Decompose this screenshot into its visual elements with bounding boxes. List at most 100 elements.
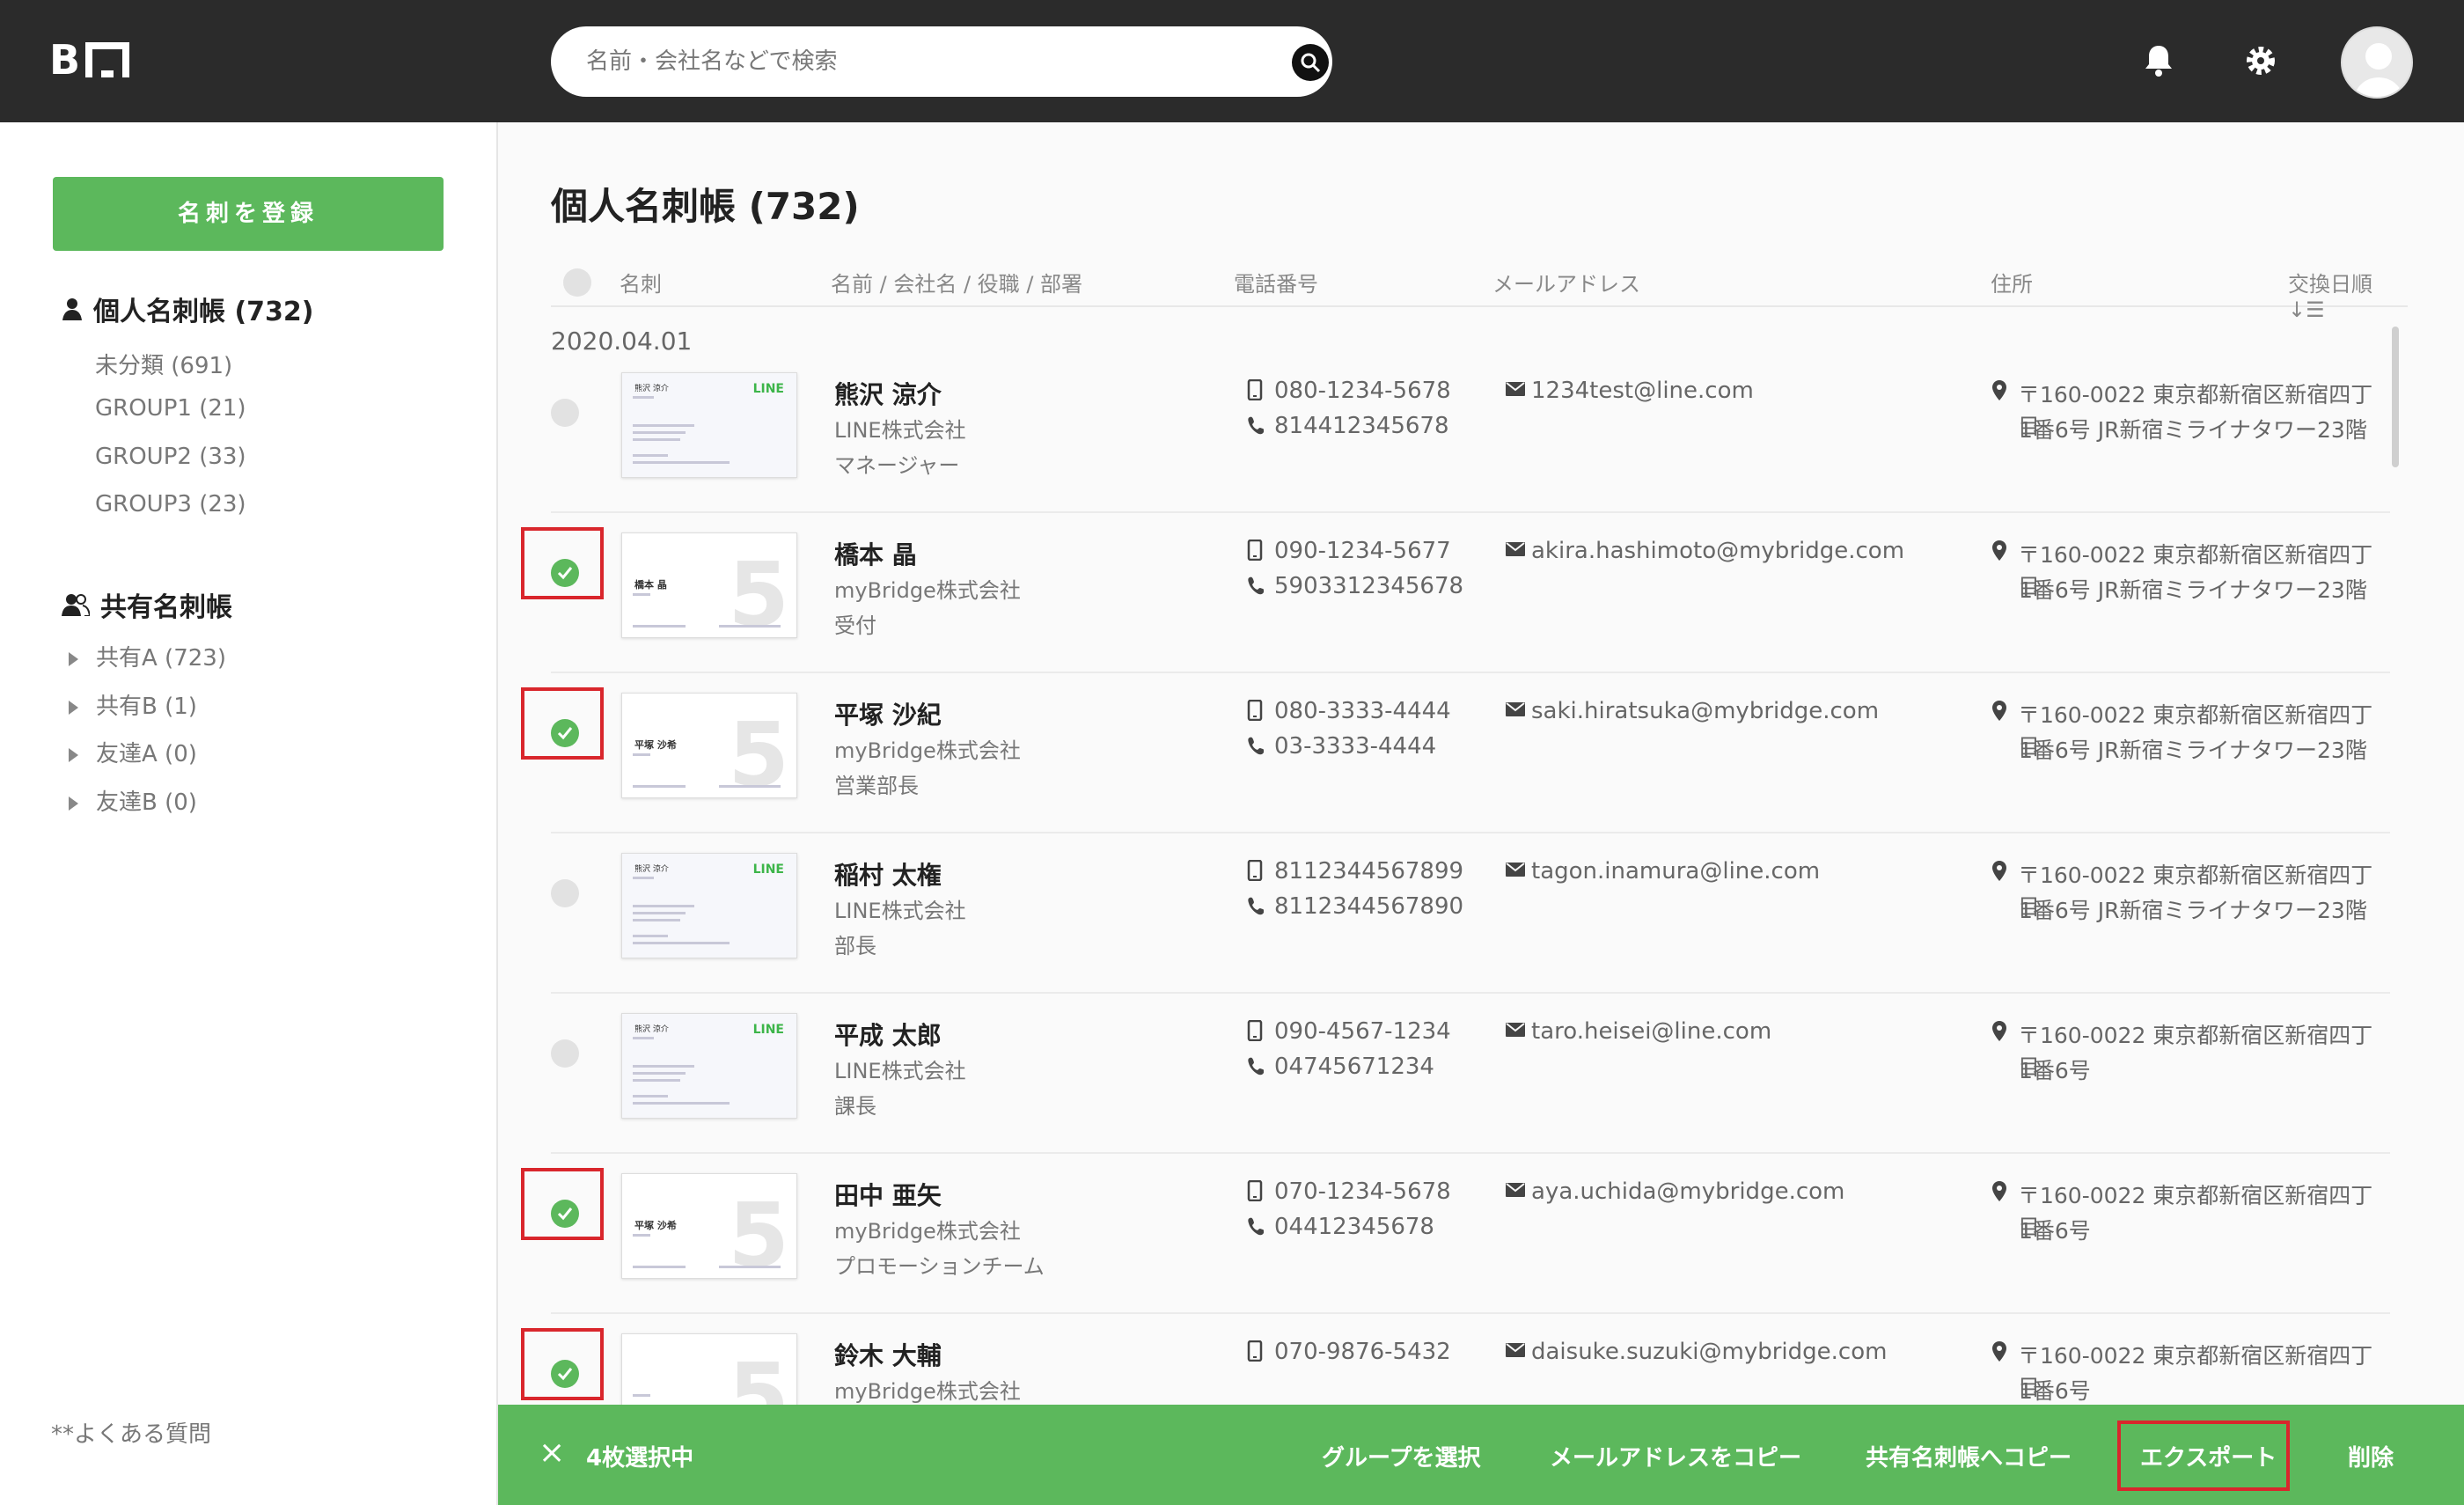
mobile-phone-icon bbox=[1247, 379, 1263, 400]
delete-button[interactable]: 削除 bbox=[2348, 1440, 2394, 1472]
row-checkbox[interactable] bbox=[551, 559, 579, 587]
phone-number: 04412345678 bbox=[1274, 1214, 1434, 1240]
export-button[interactable]: エクスポート bbox=[2140, 1440, 2277, 1472]
sidebar-item-group3[interactable]: GROUP3 (23) bbox=[95, 491, 246, 518]
main-content: 個人名刺帳 (732) 名刺 名前 / 会社名 / 役職 / 部署 電話番号 メ… bbox=[498, 122, 2464, 1505]
email-address[interactable]: aya.uchida@mybridge.com bbox=[1531, 1178, 1844, 1205]
shared-cardbook-title[interactable]: 共有名刺帳 bbox=[62, 585, 232, 624]
table-row[interactable]: 5 平塚 沙希 平塚 沙紀 myBridge株式会社 営業部長 080-3333-4444… bbox=[521, 673, 2390, 833]
phone-icon bbox=[1248, 1057, 1264, 1076]
expand-triangle-icon[interactable] bbox=[69, 700, 78, 715]
row-checkbox[interactable] bbox=[551, 1360, 579, 1388]
row-checkbox[interactable] bbox=[551, 879, 579, 907]
column-card: 名刺 bbox=[620, 272, 662, 297]
address-line-2: 1番6号 JR新宿ミライナタワー23階 bbox=[2019, 738, 2367, 763]
expand-triangle-icon[interactable] bbox=[69, 796, 78, 811]
mobile-phone-icon bbox=[1247, 1020, 1263, 1041]
card-name-text: 平塚 沙希 bbox=[634, 1220, 677, 1231]
app-logo[interactable]: B bbox=[49, 36, 130, 84]
mobile-phone-icon bbox=[1247, 1180, 1263, 1201]
business-card-thumbnail[interactable]: 5 平塚 沙希 bbox=[621, 1173, 797, 1279]
shared-title-label: 共有名刺帳 bbox=[100, 592, 232, 623]
contact-name[interactable]: 平塚 沙紀 bbox=[834, 696, 942, 731]
mobile-phone-icon bbox=[1247, 700, 1263, 721]
bell-icon[interactable] bbox=[2137, 39, 2181, 83]
card-text-line bbox=[633, 1102, 730, 1105]
card-text-line bbox=[633, 905, 694, 907]
shared-b-label: 共有B (1) bbox=[96, 694, 197, 720]
expand-triangle-icon[interactable] bbox=[69, 747, 78, 762]
table-row[interactable]: 熊沢 涼介 LINE 熊沢 涼介 LINE株式会社 マネージャー 080-1234-567… bbox=[551, 353, 2390, 513]
email-address[interactable]: tagon.inamura@line.com bbox=[1531, 858, 1820, 885]
scrollbar[interactable] bbox=[2392, 327, 2399, 467]
logo-book-icon bbox=[85, 42, 130, 77]
row-checkbox[interactable] bbox=[551, 399, 579, 427]
phone-icon bbox=[1248, 416, 1264, 435]
contact-name[interactable]: 平成 太郎 bbox=[834, 1017, 942, 1052]
personal-cardbook-title[interactable]: 個人名刺帳 (732) bbox=[62, 290, 314, 328]
business-card-thumbnail[interactable]: 熊沢 涼介 LINE bbox=[621, 853, 797, 958]
address-line-2: 1番6号 bbox=[2019, 1378, 2091, 1404]
copy-to-shared-button[interactable]: 共有名刺帳へコピー bbox=[1866, 1440, 2072, 1472]
email-icon bbox=[1506, 542, 1525, 556]
table-header: 名刺 名前 / 会社名 / 役職 / 部署 電話番号 メールアドレス 住所 交換… bbox=[551, 254, 2408, 322]
row-checkbox[interactable] bbox=[551, 1200, 579, 1228]
business-card-thumbnail[interactable]: 5 橋本 晶 bbox=[621, 532, 797, 638]
expand-triangle-icon[interactable] bbox=[69, 651, 78, 666]
sidebar-item-shared-a[interactable]: 共有A (723) bbox=[69, 640, 226, 672]
email-address[interactable]: taro.heisei@line.com bbox=[1531, 1018, 1771, 1045]
sidebar-item-friend-b[interactable]: 友達B (0) bbox=[69, 784, 197, 817]
location-pin-icon bbox=[1992, 1341, 2006, 1362]
table-row[interactable]: 熊沢 涼介 LINE 平成 太郎 LINE株式会社 課長 090-4567-1234 047… bbox=[551, 994, 2390, 1154]
card-text-line bbox=[633, 919, 680, 921]
contact-name[interactable]: 田中 亜矢 bbox=[834, 1177, 942, 1212]
faq-link[interactable]: **よくある質問 bbox=[51, 1416, 211, 1449]
contact-name[interactable]: 熊沢 涼介 bbox=[834, 376, 942, 411]
sidebar-item-group1[interactable]: GROUP1 (21) bbox=[95, 395, 246, 422]
card-text-line bbox=[633, 454, 668, 457]
business-card-thumbnail[interactable]: 5 平塚 沙希 bbox=[621, 693, 797, 798]
people-icon bbox=[62, 594, 90, 616]
copy-email-button[interactable]: メールアドレスをコピー bbox=[1550, 1440, 1801, 1472]
table-row[interactable]: 5 橋本 晶橋本 晶 myBridge株式会社 受付 090-1234-5677 5903… bbox=[521, 513, 2390, 673]
contact-name[interactable]: 鈴木 大輔 bbox=[834, 1337, 942, 1372]
sidebar-item-unsorted[interactable]: 未分類 (691) bbox=[95, 348, 232, 380]
card-name-text: 熊沢 涼介 bbox=[634, 385, 669, 393]
email-address[interactable]: akira.hashimoto@mybridge.com bbox=[1531, 538, 1904, 564]
sidebar-item-shared-b[interactable]: 共有B (1) bbox=[69, 688, 197, 721]
email-address[interactable]: 1234test@line.com bbox=[1531, 378, 1754, 404]
search-button[interactable] bbox=[1292, 44, 1329, 81]
business-card-thumbnail[interactable]: 熊沢 涼介 LINE bbox=[621, 372, 797, 478]
row-checkbox[interactable] bbox=[551, 1039, 579, 1068]
location-pin-icon bbox=[1992, 861, 2006, 881]
mobile-number: 090-1234-5677 bbox=[1274, 538, 1451, 564]
location-pin-icon bbox=[1992, 1021, 2006, 1041]
search-box bbox=[551, 26, 1332, 97]
address-line-2: 1番6号 bbox=[2019, 1058, 2091, 1083]
user-avatar[interactable] bbox=[2341, 26, 2413, 99]
card-text-line bbox=[633, 1065, 694, 1068]
row-checkbox[interactable] bbox=[551, 719, 579, 747]
gear-icon[interactable] bbox=[2239, 39, 2283, 83]
sidebar-item-group2[interactable]: GROUP2 (33) bbox=[95, 444, 246, 470]
close-icon[interactable]: × bbox=[539, 1435, 565, 1471]
sort-by-date-button[interactable]: 交換日順↓☰ bbox=[2288, 267, 2408, 322]
select-group-button[interactable]: グループを選択 bbox=[1322, 1440, 1480, 1472]
mobile-number: 070-9876-5432 bbox=[1274, 1339, 1451, 1365]
table-row[interactable]: 熊沢 涼介 LINE 稲村 太権 LINE株式会社 部長 8112344567899 811… bbox=[551, 833, 2390, 994]
search-input[interactable] bbox=[586, 26, 1255, 97]
table-row[interactable]: 5 平塚 沙希 田中 亜矢 myBridge株式会社 プロモーションチーム 070-123… bbox=[521, 1154, 2390, 1314]
mobile-phone-icon bbox=[1247, 860, 1263, 881]
business-card-thumbnail[interactable]: 熊沢 涼介 LINE bbox=[621, 1013, 797, 1119]
sidebar-item-friend-a[interactable]: 友達A (0) bbox=[69, 736, 197, 768]
company-name: myBridge株式会社 bbox=[834, 578, 1021, 603]
contact-name[interactable]: 橋本 晶 bbox=[834, 536, 917, 571]
phone-number: 03-3333-4444 bbox=[1274, 733, 1437, 760]
select-all-checkbox[interactable] bbox=[563, 268, 591, 297]
email-address[interactable]: daisuke.suzuki@mybridge.com bbox=[1531, 1339, 1887, 1365]
card-text-line bbox=[633, 942, 730, 944]
email-address[interactable]: saki.hiratsuka@mybridge.com bbox=[1531, 698, 1879, 724]
register-card-button[interactable]: 名刺を登録 bbox=[53, 177, 444, 251]
card-text-line bbox=[633, 785, 686, 788]
contact-name[interactable]: 稲村 太権 bbox=[834, 856, 942, 892]
